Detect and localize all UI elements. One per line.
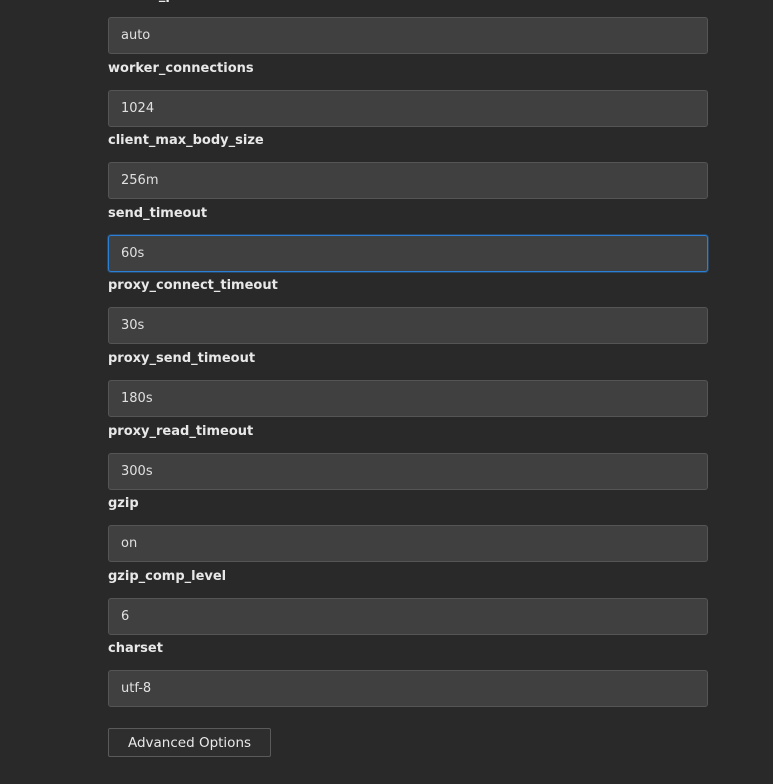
field-label: gzip (108, 496, 139, 512)
gzip-input[interactable] (108, 525, 708, 563)
advanced-options-button[interactable]: Advanced Options (108, 728, 271, 757)
field-gzip-comp-level: gzip_comp_level (108, 565, 708, 638)
settings-form: worker_processes worker_connections clie… (108, 0, 708, 710)
field-label: client_max_body_size (108, 133, 264, 149)
field-label: charset (108, 641, 163, 657)
worker-connections-input[interactable] (108, 89, 708, 127)
charset-input[interactable] (108, 670, 708, 708)
worker-processes-input[interactable] (108, 17, 708, 54)
proxy-send-timeout-input[interactable] (108, 379, 708, 417)
field-label: gzip_comp_level (108, 568, 227, 584)
field-proxy-read-timeout: proxy_read_timeout (108, 420, 708, 493)
field-proxy-connect-timeout: proxy_connect_timeout (108, 274, 708, 347)
field-label: proxy_read_timeout (108, 423, 254, 439)
gzip-comp-level-input[interactable] (108, 597, 708, 635)
field-client-max-body-size: client_max_body_size (108, 129, 708, 202)
field-proxy-send-timeout: proxy_send_timeout (108, 347, 708, 420)
field-charset: charset (108, 637, 708, 710)
field-label: worker_connections (108, 60, 254, 76)
field-label: send_timeout (108, 205, 208, 221)
field-label: proxy_send_timeout (108, 350, 256, 366)
client-max-body-size-input[interactable] (108, 162, 708, 200)
proxy-read-timeout-input[interactable] (108, 452, 708, 490)
proxy-connect-timeout-input[interactable] (108, 307, 708, 345)
field-gzip: gzip (108, 492, 708, 565)
send-timeout-input[interactable] (108, 234, 708, 272)
field-worker-processes: worker_processes (108, 0, 708, 57)
field-label: proxy_connect_timeout (108, 278, 278, 294)
field-worker-connections: worker_connections (108, 57, 708, 130)
field-send-timeout: send_timeout (108, 202, 708, 275)
field-label: worker_processes (108, 0, 239, 3)
